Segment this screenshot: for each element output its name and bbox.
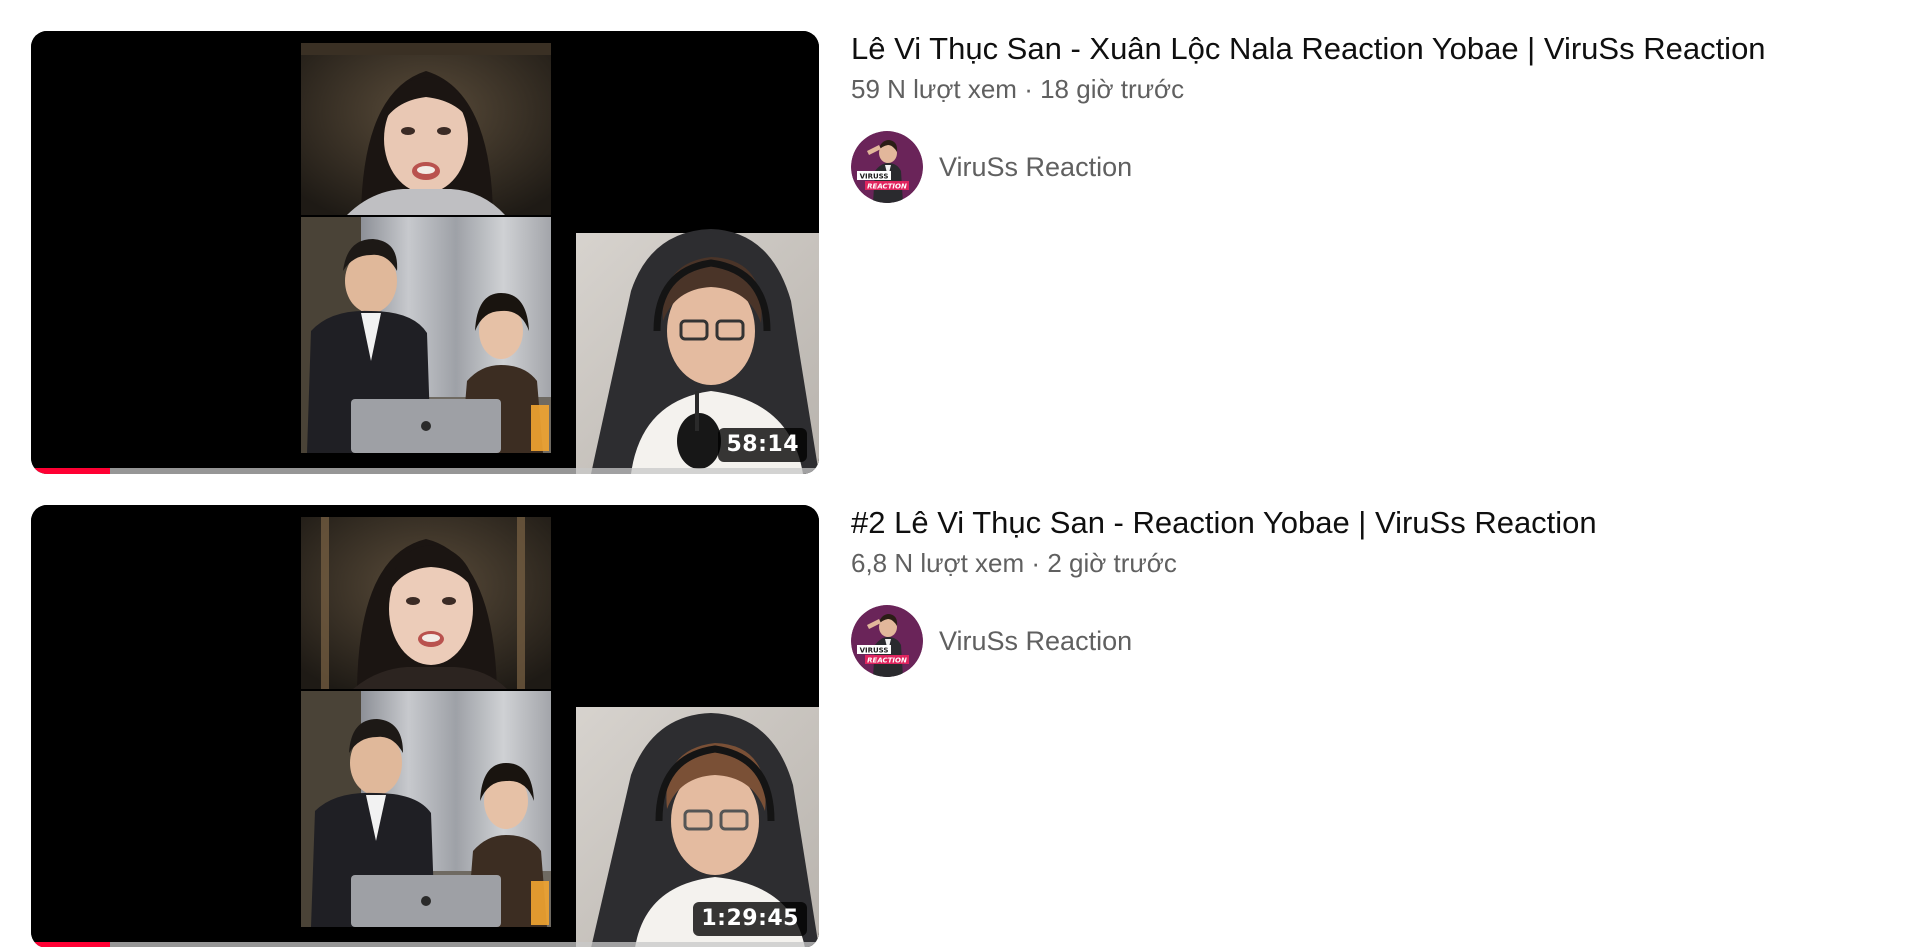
channel-logo: VIRUSS REACTION bbox=[851, 131, 923, 203]
channel-avatar[interactable]: VIRUSS REACTION bbox=[851, 605, 923, 677]
view-count: 59 N lượt xem bbox=[851, 74, 1017, 104]
upload-age: 2 giờ trước bbox=[1047, 548, 1177, 578]
thumbnail-image bbox=[31, 31, 819, 474]
video-stats: 6,8 N lượt xem · 2 giờ trước bbox=[851, 548, 1871, 578]
video-list: 58:14 Lê Vi Thục San - Xuân Lộc Nala Rea… bbox=[0, 0, 1920, 947]
logo-text-line2: REACTION bbox=[867, 183, 907, 191]
channel-link[interactable]: VIRUSS REACTION ViruSs Reaction bbox=[851, 131, 1132, 203]
watch-progress-fill bbox=[31, 468, 110, 474]
video-thumbnail[interactable]: 58:14 bbox=[31, 31, 819, 474]
channel-logo: VIRUSS REACTION bbox=[851, 605, 923, 677]
video-meta: #2 Lê Vi Thục San - Reaction Yobae | Vir… bbox=[851, 505, 1871, 677]
logo-text-line1: VIRUSS bbox=[860, 647, 889, 655]
logo-text-line1: VIRUSS bbox=[860, 173, 889, 181]
channel-name[interactable]: ViruSs Reaction bbox=[939, 152, 1132, 183]
video-item[interactable]: 58:14 Lê Vi Thục San - Xuân Lộc Nala Rea… bbox=[0, 31, 1920, 481]
video-stats: 59 N lượt xem · 18 giờ trước bbox=[851, 74, 1871, 104]
video-title[interactable]: Lê Vi Thục San - Xuân Lộc Nala Reaction … bbox=[851, 31, 1871, 67]
thumbnail-image bbox=[31, 505, 819, 947]
channel-name[interactable]: ViruSs Reaction bbox=[939, 626, 1132, 657]
watch-progress-fill bbox=[31, 942, 110, 947]
video-meta: Lê Vi Thục San - Xuân Lộc Nala Reaction … bbox=[851, 31, 1871, 203]
video-duration-badge: 1:29:45 bbox=[693, 902, 807, 936]
video-thumbnail[interactable]: 1:29:45 bbox=[31, 505, 819, 947]
logo-text-line2: REACTION bbox=[867, 657, 907, 665]
stats-separator: · bbox=[1024, 74, 1033, 104]
view-count: 6,8 N lượt xem bbox=[851, 548, 1025, 578]
upload-age: 18 giờ trước bbox=[1040, 74, 1185, 104]
channel-avatar[interactable]: VIRUSS REACTION bbox=[851, 131, 923, 203]
watch-progress-bar bbox=[31, 468, 819, 474]
stats-separator: · bbox=[1031, 548, 1041, 578]
video-item[interactable]: 1:29:45 #2 Lê Vi Thục San - Reaction Yob… bbox=[0, 505, 1920, 947]
video-duration-badge: 58:14 bbox=[718, 428, 807, 462]
watch-progress-bar bbox=[31, 942, 819, 947]
video-title[interactable]: #2 Lê Vi Thục San - Reaction Yobae | Vir… bbox=[851, 505, 1871, 541]
channel-link[interactable]: VIRUSS REACTION ViruSs Reaction bbox=[851, 605, 1132, 677]
